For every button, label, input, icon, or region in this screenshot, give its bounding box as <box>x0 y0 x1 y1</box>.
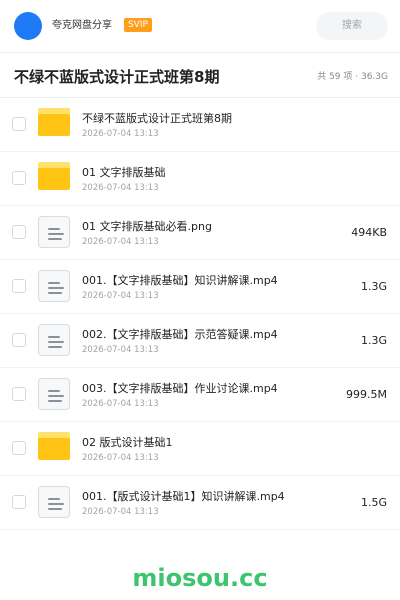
file-name: 001.【版式设计基础1】知识讲解课.mp4 <box>82 490 285 503</box>
select-checkbox[interactable] <box>12 171 26 185</box>
watermark: miosou.cc <box>132 564 268 592</box>
select-checkbox[interactable] <box>12 279 26 293</box>
file-size: 999.5M <box>346 388 387 401</box>
avatar[interactable] <box>14 12 42 40</box>
folder-icon <box>38 162 70 194</box>
file-name: 01 文字排版基础 <box>82 166 166 179</box>
file-size: 1.3G <box>360 334 387 347</box>
file-date: 2026-07-04 13:13 <box>82 291 159 301</box>
page-title: 不绿不蓝版式设计正式班第8期 <box>14 68 220 86</box>
select-checkbox[interactable] <box>12 387 26 401</box>
file-list: 不绿不蓝版式设计正式班第8期 2026-07-04 13:13 01 文字排版基础 2… <box>0 98 400 530</box>
file-size: 1.5G <box>360 496 387 509</box>
file-name: 002.【文字排版基础】示范答疑课.mp4 <box>82 328 278 341</box>
select-checkbox[interactable] <box>12 117 26 131</box>
file-row[interactable]: 01 文字排版基础 2026-07-04 13:13 <box>0 152 400 206</box>
file-name: 003.【文字排版基础】作业讨论课.mp4 <box>82 382 278 395</box>
file-icon <box>38 216 70 248</box>
file-size: 494KB <box>351 226 387 239</box>
file-row[interactable]: 003.【文字排版基础】作业讨论课.mp4 2026-07-04 13:13 999… <box>0 368 400 422</box>
file-row[interactable]: 不绿不蓝版式设计正式班第8期 2026-07-04 13:13 <box>0 98 400 152</box>
share-header: 夸克网盘分享 SVIP 搜索 <box>0 0 400 52</box>
file-date: 2026-07-04 13:13 <box>82 507 159 517</box>
file-name: 不绿不蓝版式设计正式班第8期 <box>82 112 232 125</box>
file-icon <box>38 378 70 410</box>
select-checkbox[interactable] <box>12 495 26 509</box>
file-name: 02 版式设计基础1 <box>82 436 173 449</box>
item-summary: 共 59 项 · 36.3G <box>317 72 388 82</box>
file-date: 2026-07-04 13:13 <box>82 453 159 463</box>
file-date: 2026-07-04 13:13 <box>82 183 159 193</box>
file-size: 1.3G <box>360 280 387 293</box>
file-row[interactable]: 001.【版式设计基础1】知识讲解课.mp4 2026-07-04 13:13 1.… <box>0 476 400 530</box>
file-row[interactable]: 02 版式设计基础1 2026-07-04 13:13 <box>0 422 400 476</box>
file-icon <box>38 270 70 302</box>
file-name: 001.【文字排版基础】知识讲解课.mp4 <box>82 274 278 287</box>
file-row[interactable]: 01 文字排版基础必看.png 2026-07-04 13:13 494KB <box>0 206 400 260</box>
folder-icon <box>38 432 70 464</box>
folder-icon <box>38 108 70 140</box>
title-bar: 不绿不蓝版式设计正式班第8期 共 59 项 · 36.3G <box>0 52 400 98</box>
file-row[interactable]: 001.【文字排版基础】知识讲解课.mp4 2026-07-04 13:13 1.3… <box>0 260 400 314</box>
file-name: 01 文字排版基础必看.png <box>82 220 212 233</box>
share-owner-name: 夸克网盘分享 <box>52 20 112 31</box>
select-checkbox[interactable] <box>12 441 26 455</box>
file-icon <box>38 486 70 518</box>
svip-badge: SVIP <box>124 18 152 32</box>
file-icon <box>38 324 70 356</box>
file-date: 2026-07-04 13:13 <box>82 237 159 247</box>
file-date: 2026-07-04 13:13 <box>82 399 159 409</box>
file-date: 2026-07-04 13:13 <box>82 345 159 355</box>
file-row[interactable]: 002.【文字排版基础】示范答疑课.mp4 2026-07-04 13:13 1.3… <box>0 314 400 368</box>
search-button[interactable]: 搜索 <box>316 12 388 40</box>
file-date: 2026-07-04 13:13 <box>82 129 159 139</box>
select-checkbox[interactable] <box>12 333 26 347</box>
select-checkbox[interactable] <box>12 225 26 239</box>
